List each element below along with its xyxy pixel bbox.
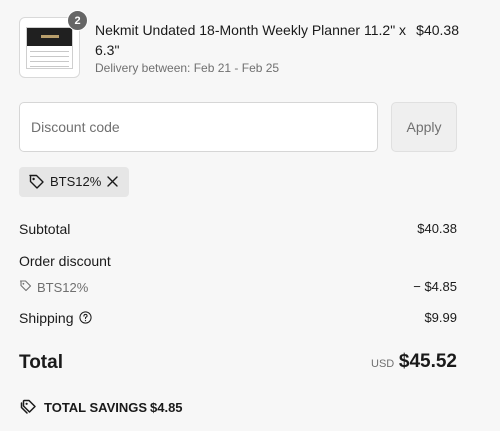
shipping-value: $9.99 xyxy=(424,310,457,325)
product-name: Nekmit Undated 18-Month Weekly Planner 1… xyxy=(95,22,407,58)
subtotal-value: $40.38 xyxy=(417,221,457,236)
order-discount-value: − $4.85 xyxy=(413,279,457,294)
discount-code-input[interactable] xyxy=(19,102,378,152)
double-tag-icon xyxy=(20,399,36,414)
total-savings-label: TOTAL SAVINGS xyxy=(44,400,148,415)
help-circle-icon[interactable] xyxy=(79,311,92,324)
line-item: 2 Nekmit Undated 18-Month Weekly Planner… xyxy=(19,10,459,79)
apply-button[interactable]: Apply xyxy=(391,102,457,152)
quantity-badge: 2 xyxy=(67,10,88,31)
tag-icon xyxy=(19,280,32,292)
order-discount-code: BTS12% xyxy=(37,280,89,295)
delivery-estimate: Delivery between: Feb 21 - Feb 25 xyxy=(95,61,280,75)
planner-image xyxy=(26,27,73,69)
currency-code: USD xyxy=(371,358,395,370)
product-price: $40.38 xyxy=(416,22,459,38)
total-value: $45.52 xyxy=(398,351,457,372)
shipping-label: Shipping xyxy=(19,310,74,326)
tag-icon xyxy=(29,174,44,189)
applied-discount-chip: BTS12% xyxy=(19,167,129,197)
order-discount-label: Order discount xyxy=(19,253,111,269)
total-label: Total xyxy=(19,352,63,373)
close-icon[interactable] xyxy=(106,175,119,188)
applied-code-label: BTS12% xyxy=(50,174,102,189)
subtotal-label: Subtotal xyxy=(19,221,71,237)
total-savings-value: $4.85 xyxy=(150,400,183,415)
